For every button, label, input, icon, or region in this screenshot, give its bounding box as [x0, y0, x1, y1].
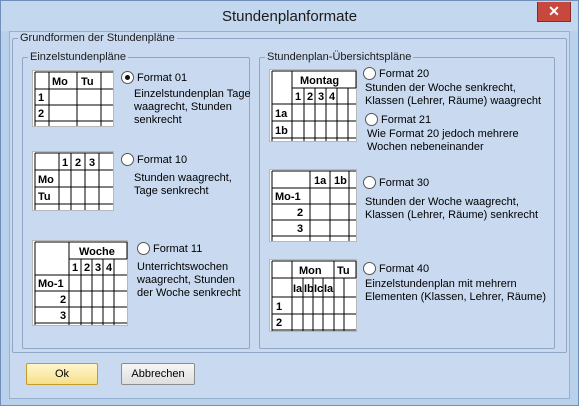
preview-week-2: 2: [84, 262, 90, 274]
preview-row-mo1: Mo-1: [275, 191, 301, 203]
format-20-desc-line1: Stunden der Woche senkrecht,: [365, 82, 516, 94]
preview-hour-1: 1: [295, 91, 301, 103]
preview-hour-3: 3: [318, 91, 324, 103]
format-30-desc-line1: Stunden der Woche waagrecht,: [365, 196, 519, 208]
preview-sub-ia: Ia: [293, 283, 303, 295]
format-30-grid: 1a 1b Mo-1 2 3: [271, 170, 356, 241]
format-01-desc-line3: senkrecht: [134, 114, 182, 126]
format-01-label[interactable]: Format 01: [137, 72, 187, 85]
format-20-preview[interactable]: Montag 1 2 3 4 1a 1b: [269, 69, 357, 142]
preview-row-mo1: Mo-1: [38, 278, 64, 290]
format-21-desc-line2: Wochen nebeneinander: [367, 141, 484, 153]
preview-header-montag: Montag: [300, 75, 339, 87]
format-01-description: Einzelstundenplan Tage waagrecht, Stunde…: [134, 88, 251, 127]
ok-button[interactable]: Ok: [26, 363, 98, 385]
cancel-button[interactable]: Abbrechen: [121, 363, 195, 385]
preview-header-1a: 1a: [314, 175, 327, 187]
format-30-description: Stunden der Woche waagrecht, Klassen (Le…: [365, 196, 538, 222]
title-bar: Stundenplanformate ✕: [1, 1, 578, 31]
preview-row-3: 3: [60, 310, 66, 322]
format-21-label[interactable]: Format 21: [381, 114, 431, 127]
window-title: Stundenplanformate: [221, 8, 358, 25]
preview-row-2: 2: [38, 108, 44, 120]
preview-row-2: 2: [60, 294, 66, 306]
preview-header-3: 3: [89, 157, 95, 169]
preview-row-1b: 1b: [275, 125, 288, 137]
group-einzelstundenplaene-label: Einzelstundenpläne: [28, 51, 129, 64]
preview-week-1: 1: [72, 262, 78, 274]
format-01-preview[interactable]: Mo Tu 1 2: [32, 70, 114, 127]
preview-week-4: 4: [106, 262, 113, 274]
format-40-label[interactable]: Format 40: [379, 263, 429, 276]
format-11-label[interactable]: Format 11: [153, 243, 202, 256]
format-10-preview[interactable]: 1 2 3 Mo Tu: [32, 151, 114, 211]
preview-sub-ia-2: Ia: [324, 283, 334, 295]
group-uebersichtsplaene-label: Stundenplan-Übersichtspläne: [265, 51, 414, 64]
format-40-desc-line1: Einzelstundenplan mit mehrern: [365, 278, 517, 290]
format-10-description: Stunden waagrecht, Tage senkrecht: [134, 172, 232, 198]
format-11-desc-line1: Unterrichtswochen: [137, 261, 229, 273]
preview-sub-ib: Ib: [304, 283, 314, 295]
format-11-desc-line2: waagrecht, Stunden: [137, 274, 235, 286]
format-30-preview[interactable]: 1a 1b Mo-1 2 3: [269, 169, 357, 242]
preview-row-mo: Mo: [38, 174, 54, 186]
preview-header-tu: Tu: [337, 265, 350, 277]
preview-row-1a: 1a: [275, 108, 288, 120]
format-01-grid: Mo Tu 1 2: [34, 71, 113, 126]
preview-sub-ic: Ic: [314, 283, 323, 295]
format-11-radio[interactable]: [137, 242, 150, 255]
preview-header-2: 2: [75, 157, 81, 169]
format-21-radio[interactable]: [365, 113, 378, 126]
format-30-radio[interactable]: [363, 176, 376, 189]
format-40-grid: Mon Tu Ia Ib Ic Ia 1 2: [271, 260, 357, 331]
format-30-label[interactable]: Format 30: [379, 177, 429, 190]
preview-row-1: 1: [38, 92, 44, 104]
preview-row-tu: Tu: [38, 191, 51, 203]
format-01-radio[interactable]: [121, 71, 134, 84]
format-11-desc-line3: der Woche senkrecht: [137, 287, 241, 299]
preview-header-mon: Mon: [299, 265, 322, 277]
preview-header-woche: Woche: [79, 246, 115, 258]
format-11-grid: Woche 1 2 3 4 Mo-1 2 3: [34, 241, 128, 325]
preview-week-3: 3: [95, 262, 101, 274]
dialog-client: Grundformen der Stundenpläne Einzelstund…: [9, 31, 570, 399]
format-10-radio[interactable]: [121, 153, 134, 166]
format-10-desc-line1: Stunden waagrecht,: [134, 172, 232, 184]
format-20-label[interactable]: Format 20: [379, 68, 429, 81]
format-11-description: Unterrichtswochen waagrecht, Stunden der…: [137, 261, 241, 300]
preview-row-3: 3: [297, 223, 303, 235]
format-21-description: Wie Format 20 jedoch mehrere Wochen nebe…: [367, 128, 519, 154]
format-10-label[interactable]: Format 10: [137, 154, 187, 167]
preview-row-2: 2: [276, 317, 282, 329]
format-21-desc-line1: Wie Format 20 jedoch mehrere: [367, 128, 519, 140]
format-20-description: Stunden der Woche senkrecht, Klassen (Le…: [365, 82, 541, 108]
format-40-radio[interactable]: [363, 262, 376, 275]
preview-header-1: 1: [62, 157, 68, 169]
format-20-radio[interactable]: [363, 67, 376, 80]
preview-header-mo: Mo: [52, 76, 68, 88]
format-10-grid: 1 2 3 Mo Tu: [34, 152, 113, 210]
format-01-desc-line2: waagrecht, Stunden: [134, 101, 232, 113]
group-grundformen-label: Grundformen der Stundenpläne: [18, 32, 177, 45]
close-button[interactable]: ✕: [537, 2, 571, 22]
preview-header-tu: Tu: [81, 76, 94, 88]
preview-row-1: 1: [276, 301, 282, 313]
format-30-desc-line2: Klassen (Lehrer, Räume) senkrecht: [365, 209, 539, 221]
preview-hour-4: 4: [329, 91, 336, 103]
format-10-desc-line2: Tage senkrecht: [134, 185, 209, 197]
dialog-window: Stundenplanformate ✕ Grundformen der Stu…: [0, 0, 579, 406]
format-40-preview[interactable]: Mon Tu Ia Ib Ic Ia 1 2: [269, 259, 357, 332]
format-40-desc-line2: Elementen (Klassen, Lehrer, Räume): [365, 291, 546, 303]
preview-row-2: 2: [297, 207, 303, 219]
format-20-desc-line2: Klassen (Lehrer, Räume) waagrecht: [365, 95, 542, 107]
format-20-grid: Montag 1 2 3 4 1a 1b: [271, 70, 357, 141]
preview-hour-2: 2: [307, 91, 313, 103]
format-11-preview[interactable]: Woche 1 2 3 4 Mo-1 2 3: [32, 240, 128, 326]
format-40-description: Einzelstundenplan mit mehrern Elementen …: [365, 278, 546, 304]
format-01-desc-line1: Einzelstundenplan Tage: [134, 88, 251, 100]
preview-header-1b: 1b: [334, 175, 347, 187]
